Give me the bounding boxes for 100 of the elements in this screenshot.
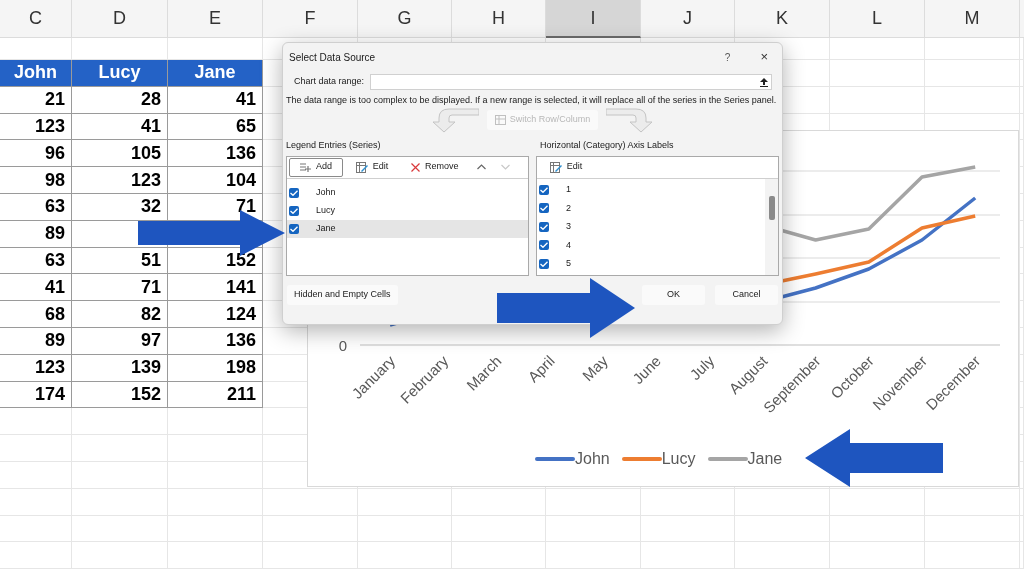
table-cell: 123 — [0, 354, 72, 382]
table-cell: 123 — [0, 113, 72, 141]
hidden-empty-cells-button[interactable]: Hidden and Empty Cells — [287, 284, 398, 305]
remove-button[interactable]: Remove — [401, 157, 469, 177]
field-label: Chart data range: — [294, 75, 365, 89]
spreadsheet-cell — [0, 488, 72, 516]
table-cell: 89 — [0, 220, 72, 248]
table-cell: 198 — [168, 354, 263, 382]
table-cell: 21 — [0, 86, 72, 114]
column-header[interactable]: F — [263, 0, 358, 38]
checkbox[interactable] — [289, 187, 299, 198]
table-cell: 97 — [72, 327, 168, 355]
checkbox[interactable] — [289, 223, 299, 234]
table-cell: 51 — [72, 247, 168, 275]
add-button[interactable]: Add — [289, 157, 343, 177]
table-cell: 71 — [72, 274, 168, 302]
table-header: Lucy — [72, 60, 168, 87]
help-button[interactable]: ? — [724, 49, 731, 65]
series-item[interactable]: Jane — [287, 219, 528, 238]
table-cell: 136 — [168, 327, 263, 355]
upload-icon[interactable] — [760, 77, 768, 87]
spreadsheet-cell — [0, 542, 72, 570]
series-item[interactable]: Lucy — [287, 201, 528, 220]
column-header[interactable]: J — [641, 0, 735, 38]
checkbox[interactable] — [539, 258, 549, 269]
scroll-thumb[interactable] — [768, 195, 775, 220]
table-cell: 124 — [168, 301, 263, 328]
checkbox[interactable] — [539, 240, 549, 251]
table-cell: 63 — [0, 247, 72, 275]
table-cell: 123 — [72, 167, 168, 194]
column-header[interactable]: G — [358, 0, 452, 38]
spreadsheet-cell — [0, 435, 72, 462]
table-cell: 41 — [72, 113, 168, 141]
table-cell: 105 — [72, 140, 168, 168]
axis-label-item: 2 — [566, 201, 571, 215]
table-cell: 211 — [168, 381, 263, 409]
table-cell: 104 — [168, 167, 263, 194]
table-cell: 68 — [0, 301, 72, 328]
table-cell: 139 — [72, 354, 168, 382]
checkbox[interactable] — [539, 221, 549, 232]
cancel-button[interactable]: Cancel — [715, 284, 778, 305]
spreadsheet-cell — [0, 515, 72, 543]
table-cell: 82 — [72, 301, 168, 328]
series-name: Jane — [316, 221, 336, 235]
panel-label: Horizontal (Category) Axis Labels — [539, 139, 675, 152]
column-header[interactable]: M — [925, 0, 1020, 38]
column-header[interactable]: K — [735, 0, 830, 38]
table-icon — [494, 114, 506, 125]
table-header: John — [0, 60, 72, 87]
table-cell: 174 — [0, 381, 72, 409]
input-field[interactable] — [370, 74, 772, 90]
column-header[interactable]: C — [0, 0, 72, 38]
edit-icon — [355, 161, 368, 173]
table-cell: 41 — [0, 274, 72, 302]
column-header[interactable]: E — [168, 0, 263, 38]
axis-label: 0 — [338, 337, 347, 354]
series-name: Lucy — [316, 203, 335, 217]
edit-button[interactable]: Edit — [345, 157, 399, 177]
panel-label: Legend Entries (Series) — [286, 139, 382, 152]
checkbox[interactable] — [539, 203, 549, 214]
add-series-icon — [300, 161, 311, 173]
axis-label-item: 1 — [566, 183, 571, 196]
legend-label: John — [575, 449, 610, 469]
axis-label-item: 4 — [566, 238, 571, 252]
chevron-down-icon — [501, 164, 511, 170]
table-cell: 32 — [72, 194, 168, 221]
table-cell: 41 — [168, 86, 263, 114]
ok-button[interactable]: OK — [642, 284, 705, 305]
table-cell: 65 — [168, 113, 263, 141]
legend-label: Lucy — [661, 449, 696, 469]
table-cell: 28 — [72, 86, 168, 114]
table-cell: 63 — [0, 194, 72, 221]
message-text: The data range is too complex to be displayed. If a new range is selected, it will replace all of the series in the Series panel. — [285, 94, 778, 106]
close-icon — [411, 162, 420, 172]
table-cell: 136 — [168, 140, 263, 168]
table-cell: 89 — [0, 327, 72, 355]
chevron-up-icon — [477, 164, 487, 170]
checkbox[interactable] — [289, 205, 299, 216]
column-header[interactable]: H — [452, 0, 546, 38]
table-header: Jane — [168, 60, 263, 87]
column-header[interactable]: L — [830, 0, 925, 38]
axis-label: July — [686, 352, 718, 383]
axis-label-item: 5 — [566, 257, 571, 270]
dialog-title: Select Data Source — [289, 50, 376, 65]
edit-button[interactable]: Edit — [539, 157, 593, 177]
axis-label: May — [578, 352, 611, 385]
column-header[interactable]: I — [546, 0, 641, 38]
legend-label: Jane — [747, 449, 783, 469]
close-button[interactable]: × — [760, 47, 768, 67]
spreadsheet-cell — [0, 461, 72, 489]
series-item[interactable]: John — [287, 183, 528, 202]
table-cell: 96 — [0, 140, 72, 168]
column-header[interactable]: D — [72, 0, 168, 38]
series-name: John — [316, 185, 336, 199]
edit-icon — [549, 161, 562, 173]
table-cell: 152 — [72, 381, 168, 409]
spreadsheet-cell — [0, 408, 72, 436]
table-cell: 98 — [0, 167, 72, 194]
checkbox[interactable] — [539, 184, 549, 195]
axis-label-item: 3 — [566, 220, 571, 233]
